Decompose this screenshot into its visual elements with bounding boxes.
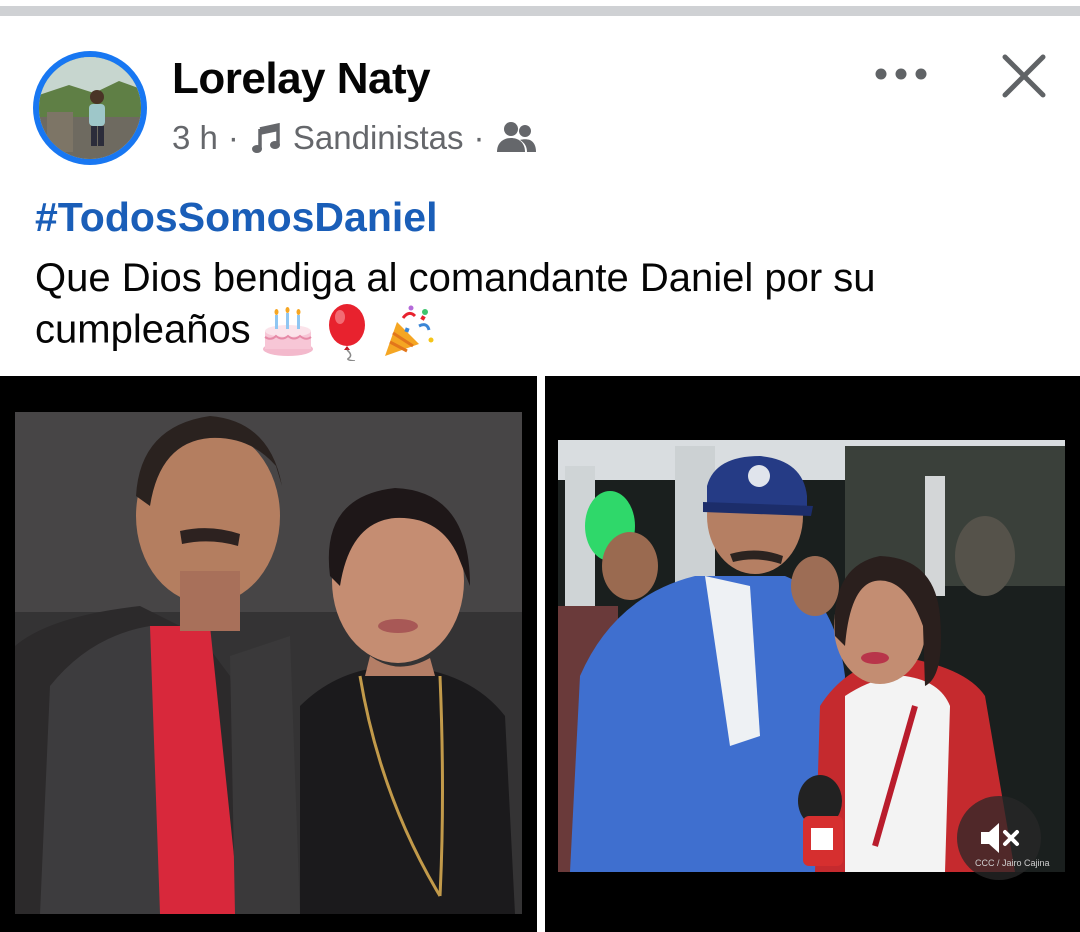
balloon-icon <box>328 304 365 361</box>
post-photo-left[interactable] <box>0 376 537 932</box>
profile-avatar[interactable] <box>33 51 147 165</box>
video-credit: CCC / Jairo Cajina <box>975 858 1050 868</box>
more-options-button[interactable] <box>866 54 936 94</box>
top-divider <box>0 6 1080 16</box>
post-time[interactable]: 3 h <box>172 119 218 157</box>
avatar-image <box>39 57 141 159</box>
people-icon <box>494 118 538 158</box>
post-text: Que Dios bendiga al comandante Daniel po… <box>35 253 1055 361</box>
post-text-content: Que Dios bendiga al comandante Daniel po… <box>35 256 876 352</box>
author-name[interactable]: Lorelay Naty <box>172 54 431 104</box>
music-note-icon <box>249 120 285 156</box>
post-meta: 3 h · Sandinistas · <box>172 116 538 160</box>
birthday-cake-icon <box>262 307 313 356</box>
party-popper-icon <box>384 305 434 356</box>
close-button[interactable] <box>992 44 1056 108</box>
group-name[interactable]: Sandinistas <box>293 119 464 157</box>
top-bar <box>0 0 1080 16</box>
meta-separator-2: · <box>473 119 485 156</box>
emoji-group <box>261 303 437 361</box>
hashtag-link[interactable]: #TodosSomosDaniel <box>35 194 437 241</box>
close-icon <box>1002 54 1046 98</box>
more-options-icon <box>875 68 927 80</box>
meta-separator: · <box>227 119 239 156</box>
speaker-muted-icon <box>981 823 1019 853</box>
